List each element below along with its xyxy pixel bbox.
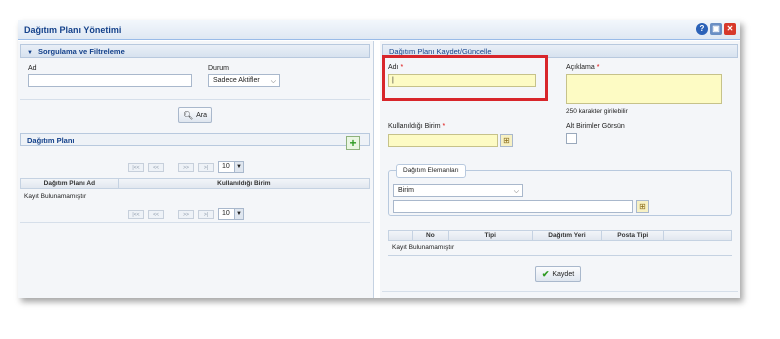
aciklama-textarea[interactable] [566, 74, 722, 104]
durum-select-value: Sadece Aktifler [213, 77, 260, 84]
search-button-label: Ara [196, 111, 208, 119]
last-page-button[interactable]: >| [198, 209, 214, 219]
element-type-value: Birim [398, 187, 414, 194]
plan-table-empty: Kayıt Bulunamamıştır [24, 193, 87, 200]
column-header-plan-name[interactable]: Dağıtım Planı Ad [21, 179, 119, 188]
close-icon[interactable]: ✕ [724, 23, 736, 35]
birim-label: Kullanıldığı Birim * [388, 123, 445, 130]
check-icon: ✔ [541, 268, 550, 279]
elements-table-empty: Kayıt Bulunamamıştır [392, 244, 455, 251]
page-size-select[interactable]: 10 ▼ [218, 208, 244, 220]
divider [20, 99, 370, 100]
filter-section-header[interactable]: ▼ Sorgulama ve Filtreleme [20, 44, 370, 58]
chevron-down-icon: ▼ [234, 162, 243, 172]
pager-top: |<< << >> >| 10 ▼ [128, 161, 244, 173]
birim-picker-icon[interactable]: ⊞ [500, 134, 513, 147]
elements-table-header: No Tipi Dağıtım Yeri Posta Tipi [388, 230, 732, 241]
char-hint: 250 karakter girilebilir [566, 108, 628, 115]
image-icon[interactable]: ▣ [710, 23, 722, 35]
chevron-down-icon: ⌵ [513, 188, 519, 195]
last-page-button[interactable]: >| [198, 162, 214, 172]
plus-icon: + [349, 136, 357, 150]
pager-bottom: |<< << >> >| 10 ▼ [128, 208, 244, 220]
save-button[interactable]: ✔ Kaydet [535, 266, 581, 282]
right-panel: Dağıtım Planı Kaydet/Güncelle Adı * | Aç… [380, 41, 740, 298]
ad-input[interactable] [28, 74, 192, 87]
search-button[interactable]: 🔍︎ Ara [178, 107, 212, 123]
birim-input[interactable] [388, 134, 498, 147]
left-panel: ▼ Sorgulama ve Filtreleme Ad Durum Sadec… [18, 41, 374, 298]
aciklama-label: Açıklama * [566, 64, 599, 71]
first-page-button[interactable]: |<< [128, 209, 144, 219]
aciklama-label-text: Açıklama [566, 64, 595, 71]
column-header-empty [389, 231, 413, 240]
prev-page-button[interactable]: << [148, 209, 164, 219]
page-size-select[interactable]: 10 ▼ [218, 161, 244, 173]
element-picker-icon[interactable]: ⊞ [636, 200, 649, 213]
required-mark: * [442, 123, 446, 130]
plan-table-header: Dağıtım Planı Ad Kullanıldığı Birim [20, 178, 370, 189]
divider [20, 222, 370, 223]
column-header-birim[interactable]: Kullanıldığı Birim [119, 179, 369, 188]
window-titlebar: Dağıtım Planı Yönetimi ? ▣ ✕ [18, 20, 740, 40]
column-header-no[interactable]: No [413, 231, 449, 240]
alt-birimler-checkbox[interactable] [566, 133, 577, 144]
help-icon[interactable]: ? [696, 23, 708, 35]
save-button-label: Kaydet [552, 270, 575, 278]
search-icon: 🔍︎ [182, 110, 194, 120]
column-header-filler [664, 231, 731, 240]
divider [382, 291, 738, 292]
next-page-button[interactable]: >> [178, 162, 194, 172]
column-header-dagitim-yeri[interactable]: Dağıtım Yeri [533, 231, 603, 240]
next-page-button[interactable]: >> [178, 209, 194, 219]
first-page-button[interactable]: |<< [128, 162, 144, 172]
filter-section-title: Sorgulama ve Filtreleme [38, 47, 125, 56]
page-size-value: 10 [222, 210, 230, 217]
add-plan-button[interactable]: + [346, 136, 360, 150]
window-title: Dağıtım Planı Yönetimi [24, 25, 122, 35]
chevron-down-icon: ⌵ [270, 78, 276, 85]
element-input[interactable] [393, 200, 633, 213]
column-header-posta-tipi[interactable]: Posta Tipi [602, 231, 665, 240]
divider [388, 255, 732, 256]
highlight-box [382, 55, 548, 101]
plan-section-header: Dağıtım Planı [20, 133, 370, 146]
required-mark: * [596, 64, 600, 71]
collapse-arrow-icon[interactable]: ▼ [27, 50, 33, 56]
alt-birimler-label: Alt Birimler Görsün [566, 123, 625, 130]
birim-label-text: Kullanıldığı Birim [388, 123, 441, 130]
column-header-tipi[interactable]: Tipi [449, 231, 533, 240]
chevron-down-icon: ▼ [234, 209, 243, 219]
prev-page-button[interactable]: << [148, 162, 164, 172]
ad-label: Ad [28, 65, 37, 72]
durum-select[interactable]: Sadece Aktifler ⌵ [208, 74, 280, 87]
element-type-select[interactable]: Birim ⌵ [393, 184, 523, 197]
main-window: Dağıtım Planı Yönetimi ? ▣ ✕ ▼ Sorgulama… [18, 20, 740, 298]
window-controls: ? ▣ ✕ [696, 23, 736, 35]
page-size-value: 10 [222, 163, 230, 170]
plan-section-title: Dağıtım Planı [27, 136, 75, 145]
durum-label: Durum [208, 65, 230, 72]
elements-tab[interactable]: Dağıtım Elemanları [396, 164, 466, 178]
